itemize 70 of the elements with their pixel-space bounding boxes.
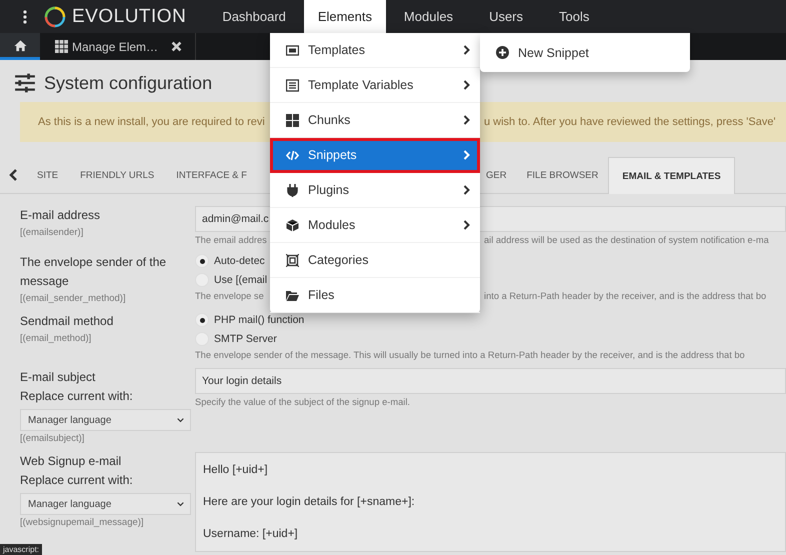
text-field[interactable]: Your login details — [195, 368, 786, 394]
text-line: Username: [+uid+] — [203, 527, 299, 542]
setting-key: [(email_method)] — [20, 333, 195, 344]
menu-item[interactable]: Plugins — [270, 173, 480, 208]
template-icon — [286, 44, 299, 56]
menu-item[interactable]: Files — [270, 278, 480, 313]
help-text: into a Return-Path header by the receiver, and is the address that bo — [484, 291, 766, 301]
settings-tab[interactable]: EMAIL & TEMPLATES — [608, 157, 735, 194]
close-icon[interactable] — [170, 40, 184, 53]
setting-key: [(websignupemail_message)] — [20, 517, 195, 528]
nav-item[interactable]: Dashboard — [204, 0, 304, 33]
text-line: Here are your login details for [+sname+]: — [203, 495, 416, 510]
settings-tab[interactable]: FILE BROWSER — [516, 157, 608, 193]
chevron-left-icon[interactable] — [8, 169, 18, 181]
option-label: Auto-detec — [214, 255, 265, 267]
help-text: ail address will be used as the destination of system notification e-ma — [484, 235, 769, 245]
page-title: System configuration — [44, 72, 212, 94]
radio-button[interactable] — [195, 254, 209, 268]
folder-icon — [286, 288, 299, 302]
grid-icon — [55, 40, 68, 53]
home-icon — [14, 38, 26, 52]
field-label: Sendmail method — [20, 313, 114, 330]
alert-text: u wish to. After you have reviewed the settings, press 'Save' — [484, 116, 776, 128]
option-label: SMTP Server — [214, 333, 277, 345]
text-line: Hello [+uid+] — [203, 463, 269, 478]
plus-circle-icon — [496, 46, 509, 59]
settings-tab[interactable]: FRIENDLY URLS — [69, 157, 166, 193]
field-label: Web Signup e-mail — [20, 453, 122, 470]
settings-tab[interactable]: INTERFACE & F — [165, 157, 258, 193]
help-text: The email addres — [195, 235, 268, 245]
help-text: Specify the value of the subject of the signup e-mail. — [195, 397, 411, 407]
language-select[interactable]: Manager language — [20, 493, 191, 515]
setting-key: [(emailsubject)] — [20, 433, 195, 444]
text-area[interactable]: Hello [+uid+] Here are your login details for [+sname+]: Username: [+uid+] — [195, 452, 786, 552]
field-label: Replace current with: — [20, 388, 134, 405]
logo-text: EVOLUTION — [72, 6, 186, 28]
nav-item[interactable]: Modules — [386, 0, 472, 33]
menu-item[interactable]: Categories — [270, 243, 480, 278]
document-tab[interactable]: Manage Elem… — [40, 33, 196, 60]
field-label: Replace current with: — [20, 472, 134, 489]
grid-icon — [286, 114, 299, 126]
radio-button[interactable] — [195, 313, 209, 327]
help-text: The envelope se — [195, 291, 265, 301]
field-label: E-mail subject — [20, 369, 96, 386]
help-text: The envelope sender of the message. This will usually be turned into a Return-Path header by the receiver, and is the address that bo — [195, 350, 746, 360]
frame-icon — [286, 254, 299, 266]
cube-icon — [286, 218, 299, 232]
menu-item[interactable]: New Snippet — [480, 46, 589, 60]
sliders-icon — [14, 72, 36, 94]
home-tab[interactable] — [0, 33, 40, 60]
field-label: The envelope sender of the message — [20, 254, 168, 290]
nav-item[interactable]: Tools — [541, 0, 608, 33]
code-icon — [286, 148, 299, 162]
option-label: PHP mail() function — [214, 314, 304, 326]
plug-icon — [286, 184, 299, 196]
setting-key: [(emailsender)] — [20, 227, 195, 238]
settings-tab[interactable]: SITE — [26, 157, 70, 193]
status-tooltip: javascript: — [0, 544, 42, 555]
setting-key: [(email_sender_method)] — [20, 293, 195, 304]
ring-logo-icon — [44, 6, 66, 28]
option-label: Use [(email — [214, 274, 268, 286]
menu-item[interactable]: Modules — [270, 208, 480, 243]
language-select[interactable]: Manager language — [20, 409, 191, 431]
alert-text: As this is a new install, you are required to revi — [37, 116, 266, 128]
nav-item[interactable]: Elements — [304, 0, 386, 33]
field-label: E-mail address — [20, 207, 102, 224]
list-icon — [286, 78, 299, 92]
menu-item[interactable]: Snippets — [270, 138, 480, 173]
menu-item[interactable]: Template Variables — [270, 68, 480, 103]
nav-item[interactable]: Users — [471, 0, 542, 33]
